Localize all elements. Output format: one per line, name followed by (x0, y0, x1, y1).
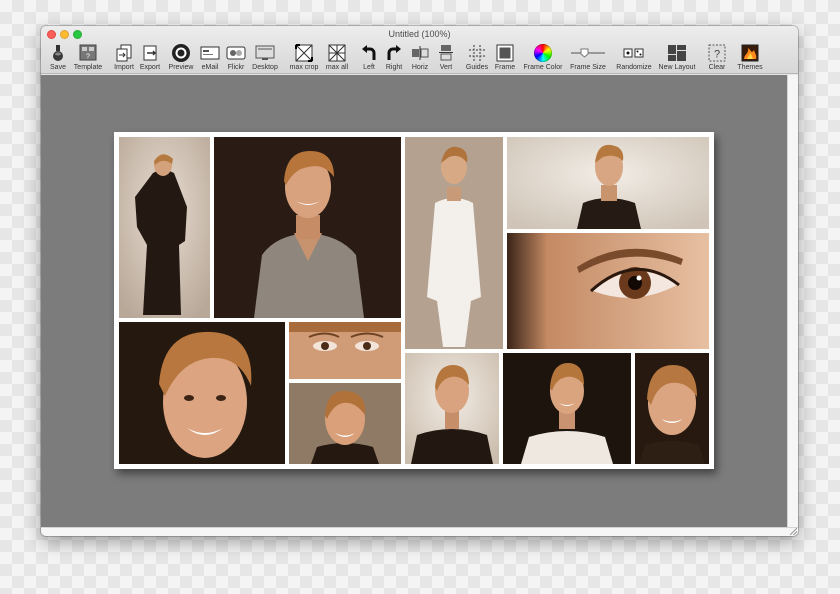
export-icon (139, 42, 161, 63)
rotate-right-icon (383, 42, 405, 63)
randomize-button[interactable]: Randomize (615, 42, 653, 74)
frame-icon (494, 42, 516, 63)
themes-icon (739, 42, 761, 63)
save-icon (47, 42, 69, 63)
vertical-scrollbar[interactable] (787, 75, 798, 527)
flip-vertical-button[interactable]: Vert (435, 42, 457, 74)
photo-full-body-white-outfit[interactable] (405, 137, 503, 349)
photo-eye-closeup[interactable] (507, 233, 709, 349)
photo-portrait-dark-top[interactable] (507, 137, 709, 229)
photo-eyes-crop[interactable] (289, 322, 401, 379)
template-button[interactable]: ? Template (70, 42, 106, 74)
themes-button[interactable]: Themes (736, 42, 764, 74)
clear-button[interactable]: ? Clear (706, 42, 728, 74)
app-window: Untitled (100%) Save ? Template Import E… (41, 26, 798, 536)
layout-grid-icon (666, 42, 688, 63)
toolbar: Save ? Template Import Export Preview eM… (41, 42, 798, 74)
flip-horizontal-button[interactable]: Horiz (409, 42, 431, 74)
clear-icon: ? (706, 42, 728, 63)
window-title: Untitled (100%) (388, 29, 451, 39)
dice-icon (623, 42, 645, 63)
slider-icon (569, 42, 607, 63)
max-crop-icon (293, 42, 315, 63)
flickr-button[interactable]: Flickr (224, 42, 248, 74)
photo-face-closeup[interactable] (119, 322, 285, 464)
horizontal-scrollbar[interactable] (41, 527, 798, 536)
max-all-button[interactable]: max all (323, 42, 351, 74)
desktop-button[interactable]: Desktop (250, 42, 280, 74)
collage-frame[interactable] (114, 132, 714, 469)
rotate-right-button[interactable]: Right (383, 42, 405, 74)
preview-button[interactable]: Preview (166, 42, 196, 74)
svg-text:?: ? (86, 54, 90, 61)
email-icon (199, 42, 221, 63)
rotate-left-icon (358, 42, 380, 63)
email-button[interactable]: eMail (198, 42, 222, 74)
save-button[interactable]: Save (47, 42, 69, 74)
photo-portrait-black-top[interactable] (405, 353, 499, 464)
collage-canvas[interactable] (41, 75, 787, 527)
svg-text:?: ? (714, 48, 720, 60)
import-icon (113, 42, 135, 63)
title-bar: Untitled (100%) Save ? Template Import E… (41, 26, 798, 74)
desktop-icon (254, 42, 276, 63)
guides-icon (466, 42, 488, 63)
preview-icon (170, 42, 192, 63)
import-button[interactable]: Import (112, 42, 136, 74)
new-layout-button[interactable]: New Layout (656, 42, 698, 74)
color-wheel-icon (532, 42, 554, 63)
photo-smiling-face-small[interactable] (289, 383, 401, 464)
flip-horizontal-icon (409, 42, 431, 63)
photo-portrait-white-top[interactable] (503, 353, 631, 464)
guides-button[interactable]: Guides (464, 42, 490, 74)
template-icon: ? (77, 42, 99, 63)
resize-grip-icon[interactable] (790, 528, 797, 535)
export-button[interactable]: Export (138, 42, 162, 74)
frame-color-button[interactable]: Frame Color (520, 42, 566, 74)
photo-face-closeup-right[interactable] (635, 353, 709, 464)
photo-portrait-grey-top[interactable] (214, 137, 401, 318)
frame-size-slider[interactable]: Frame Size (567, 42, 609, 74)
max-crop-button[interactable]: max crop (286, 42, 322, 74)
flip-vertical-icon (435, 42, 457, 63)
frame-button[interactable]: Frame (493, 42, 517, 74)
max-all-icon (326, 42, 348, 63)
flickr-icon (225, 42, 247, 63)
rotate-left-button[interactable]: Left (358, 42, 380, 74)
photo-full-body-dark-dress[interactable] (119, 137, 210, 318)
